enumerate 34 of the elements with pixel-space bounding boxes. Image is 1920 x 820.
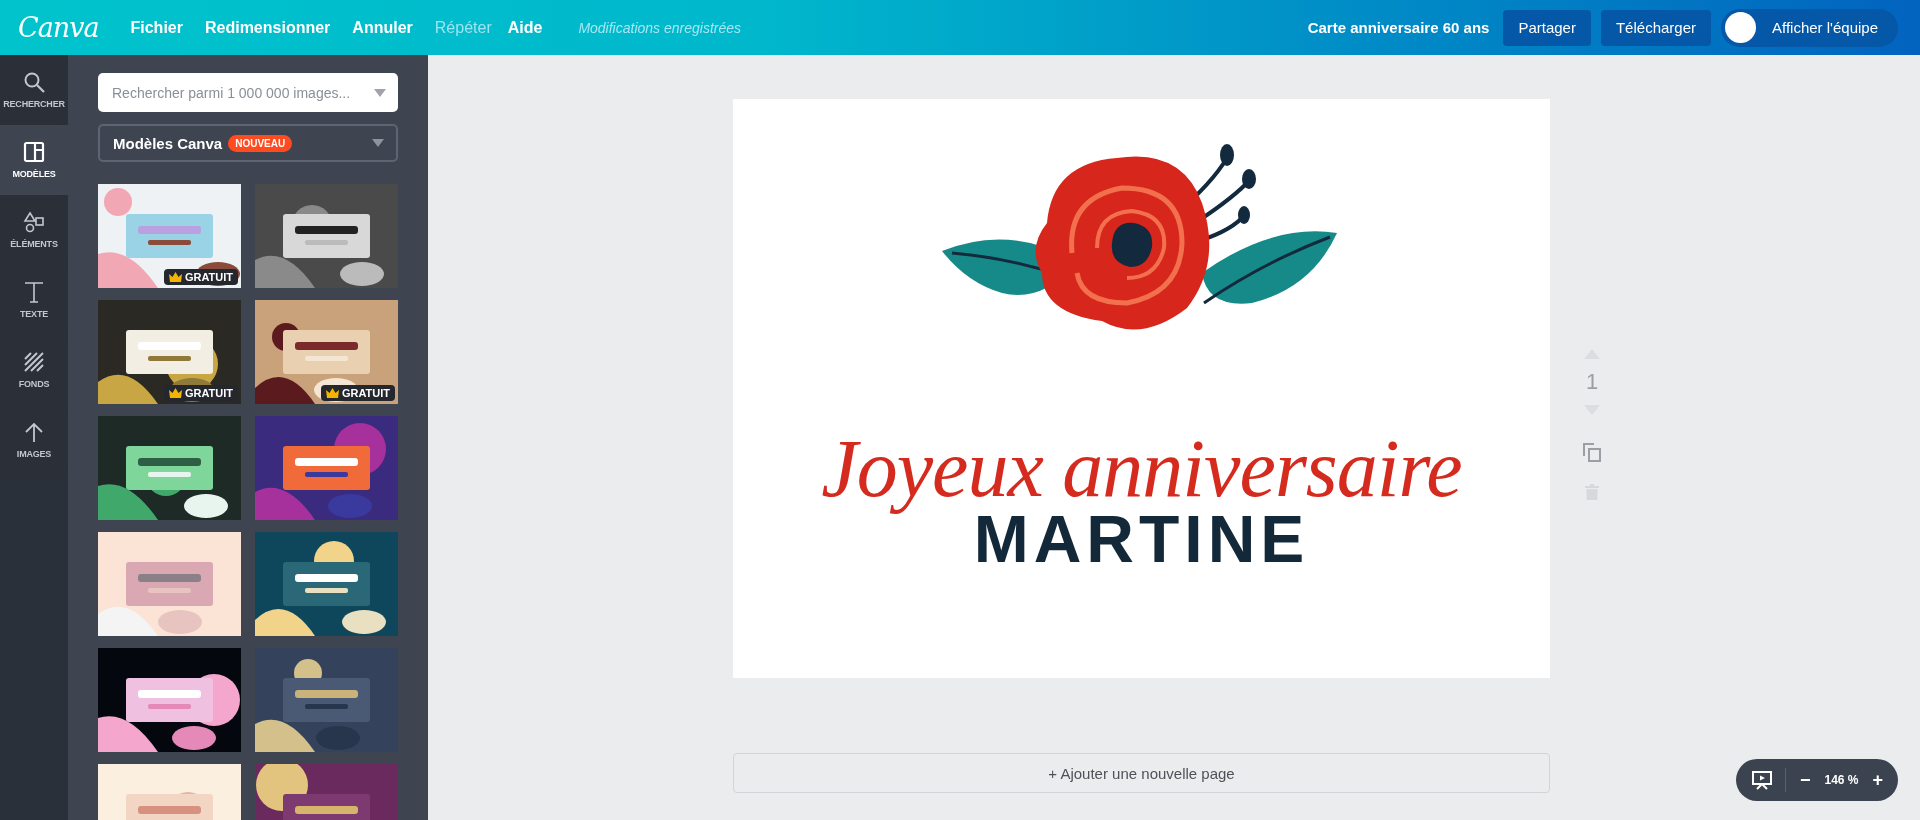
duplicate-icon bbox=[1583, 443, 1601, 462]
name-text[interactable]: MARTINE bbox=[973, 506, 1310, 572]
caret-icon bbox=[374, 89, 386, 97]
team-button[interactable]: Afficher l'équipe bbox=[1721, 8, 1898, 47]
toolbar-button[interactable]: Télécharger bbox=[1600, 9, 1711, 46]
shapes-icon bbox=[23, 211, 45, 233]
free-badge: GRATUIT bbox=[163, 269, 238, 285]
crown-icon bbox=[168, 272, 182, 282]
caret-icon bbox=[372, 139, 384, 147]
new-badge: NOUVEAU bbox=[228, 134, 293, 152]
search-icon bbox=[23, 71, 45, 93]
presentation-icon[interactable] bbox=[1752, 770, 1772, 790]
design-page[interactable]: Joyeux anniversaire MARTINE bbox=[733, 99, 1550, 678]
page-number: 1 bbox=[1585, 369, 1599, 395]
sidebar-tab[interactable]: MODÈLES bbox=[0, 125, 68, 195]
save-status: Modifications enregistrées bbox=[578, 19, 741, 36]
up-arrow-icon bbox=[23, 421, 45, 443]
dropdown-label: Modèles Canva bbox=[113, 134, 223, 152]
free-badge: GRATUIT bbox=[320, 385, 395, 401]
free-badge: GRATUIT bbox=[163, 385, 238, 401]
toolbar-button[interactable]: Partager bbox=[1503, 9, 1591, 46]
document-title[interactable]: Carte anniversaire 60 ans bbox=[1307, 19, 1490, 36]
hatch-icon bbox=[23, 351, 45, 373]
layout-icon bbox=[23, 141, 45, 163]
crown-icon bbox=[325, 388, 339, 398]
zoom-in-button[interactable]: + bbox=[1868, 769, 1888, 791]
search-field[interactable]: Rechercher parmi 1 000 000 images... bbox=[98, 73, 398, 112]
avatar-icon bbox=[1725, 12, 1756, 43]
zoom-level: 146 % bbox=[1824, 773, 1859, 787]
zoom-out-button[interactable]: − bbox=[1796, 769, 1815, 791]
text-icon bbox=[23, 281, 45, 303]
crown-icon bbox=[168, 388, 182, 398]
add-page-button[interactable]: + Ajouter une nouvelle page bbox=[733, 753, 1550, 793]
category-dropdown[interactable]: Modèles Canva NOUVEAU bbox=[98, 124, 398, 162]
